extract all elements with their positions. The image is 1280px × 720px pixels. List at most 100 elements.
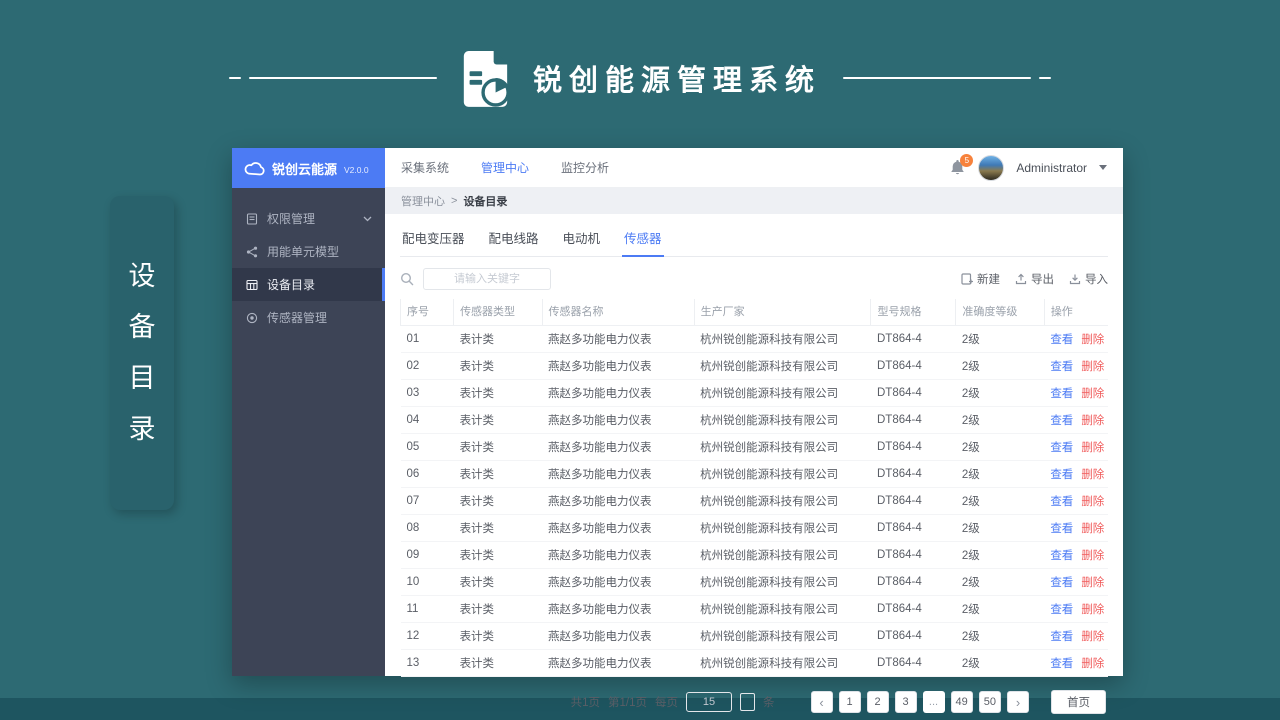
import-button[interactable]: 导入 bbox=[1069, 271, 1108, 287]
page-number-buttons: 1 2 3... 49 50 bbox=[838, 691, 1001, 713]
cell-actions: 查看 删除 bbox=[1044, 568, 1108, 596]
next-page-button[interactable]: › bbox=[1007, 691, 1029, 713]
page-button-1[interactable]: 1 bbox=[838, 691, 861, 713]
table-row: 09 表计类 燕赵多功能电力仪表 杭州锐创能源科技有限公司 DT864-4 2级 查看 删除 bbox=[400, 541, 1108, 569]
cell-no: 13 bbox=[400, 649, 454, 677]
cell-no: 01 bbox=[400, 325, 454, 353]
cell-model: DT864-4 bbox=[870, 352, 956, 380]
breadcrumb-parent[interactable]: 管理中心 bbox=[401, 193, 445, 209]
product-version: V2.0.0 bbox=[344, 164, 369, 175]
home-page-button[interactable]: 首页 bbox=[1051, 690, 1106, 714]
export-button[interactable]: 导出 bbox=[1015, 271, 1054, 287]
sidebar-item-设备目录[interactable]: 设备目录 bbox=[232, 268, 385, 301]
view-link[interactable]: 查看 bbox=[1050, 550, 1073, 562]
delete-link[interactable]: 删除 bbox=[1081, 550, 1104, 562]
cell-model: DT864-4 bbox=[870, 487, 956, 515]
side-label-char: 目 bbox=[128, 363, 156, 393]
delete-link[interactable]: 删除 bbox=[1081, 415, 1104, 427]
delete-link[interactable]: 删除 bbox=[1081, 604, 1104, 616]
view-link[interactable]: 查看 bbox=[1050, 469, 1073, 481]
delete-link[interactable]: 删除 bbox=[1081, 442, 1104, 454]
view-link[interactable]: 查看 bbox=[1050, 658, 1073, 670]
cell-actions: 查看 删除 bbox=[1044, 352, 1108, 380]
delete-link[interactable]: 删除 bbox=[1081, 523, 1104, 535]
view-link[interactable]: 查看 bbox=[1050, 361, 1073, 373]
sidebar-item-权限管理[interactable]: 权限管理 bbox=[232, 202, 385, 235]
table-header: 序号 传感器类型 传感器名称 生产厂家 型号规格 准确度等级 操作 bbox=[399, 299, 1108, 326]
cell-actions: 查看 删除 bbox=[1044, 487, 1108, 515]
cell-actions: 查看 删除 bbox=[1044, 541, 1108, 569]
cell-name: 燕赵多功能电力仪表 bbox=[542, 622, 695, 650]
cell-manufacturer: 杭州锐创能源科技有限公司 bbox=[694, 514, 871, 542]
page-button-3[interactable]: 3 bbox=[894, 691, 917, 713]
sidebar-item-label: 设备目录 bbox=[267, 278, 316, 292]
view-link[interactable]: 查看 bbox=[1050, 415, 1073, 427]
grid-icon bbox=[245, 279, 258, 291]
report-chart-icon bbox=[459, 49, 511, 107]
create-button[interactable]: 新建 bbox=[961, 271, 1000, 287]
cell-type: 表计类 bbox=[453, 487, 542, 515]
main-area: 采集系统 管理中心 监控分析 5 Administrator 管理中心 > 设备目录 bbox=[385, 148, 1123, 714]
cell-model: DT864-4 bbox=[870, 406, 956, 434]
delete-link[interactable]: 删除 bbox=[1081, 334, 1104, 346]
cell-manufacturer: 杭州锐创能源科技有限公司 bbox=[694, 379, 871, 407]
sidebar-item-用能单元模型[interactable]: 用能单元模型 bbox=[232, 235, 385, 268]
cell-type: 表计类 bbox=[453, 406, 542, 434]
table-row: 01 表计类 燕赵多功能电力仪表 杭州锐创能源科技有限公司 DT864-4 2级 查看 删除 bbox=[400, 325, 1108, 353]
per-page-input[interactable]: 15 bbox=[686, 692, 732, 712]
cell-type: 表计类 bbox=[453, 460, 542, 488]
import-icon bbox=[1069, 273, 1081, 285]
view-link[interactable]: 查看 bbox=[1050, 442, 1073, 454]
delete-link[interactable]: 删除 bbox=[1081, 361, 1104, 373]
delete-link[interactable]: 删除 bbox=[1081, 658, 1104, 670]
view-link[interactable]: 查看 bbox=[1050, 388, 1073, 400]
tab-配电线路[interactable]: 配电线路 bbox=[489, 228, 539, 247]
table-row: 12 表计类 燕赵多功能电力仪表 杭州锐创能源科技有限公司 DT864-4 2级 查看 删除 bbox=[400, 622, 1108, 650]
cell-no: 09 bbox=[400, 541, 454, 569]
delete-link[interactable]: 删除 bbox=[1081, 469, 1104, 481]
cell-grade: 2级 bbox=[955, 595, 1045, 623]
sidebar-item-传感器管理[interactable]: 传感器管理 bbox=[232, 301, 385, 334]
target-icon bbox=[245, 312, 258, 324]
per-page-stepper[interactable] bbox=[740, 693, 755, 711]
delete-link[interactable]: 删除 bbox=[1081, 631, 1104, 643]
page-button-49[interactable]: 49 bbox=[950, 691, 973, 713]
tab-传感器[interactable]: 传感器 bbox=[622, 228, 664, 257]
topnav-item-监控分析[interactable]: 监控分析 bbox=[561, 159, 609, 176]
page-button-2[interactable]: 2 bbox=[866, 691, 889, 713]
cell-actions: 查看 删除 bbox=[1044, 379, 1108, 407]
view-link[interactable]: 查看 bbox=[1050, 334, 1073, 346]
cell-actions: 查看 删除 bbox=[1044, 406, 1108, 434]
view-link[interactable]: 查看 bbox=[1050, 496, 1073, 508]
topbar: 采集系统 管理中心 监控分析 5 Administrator bbox=[385, 148, 1123, 188]
cell-actions: 查看 删除 bbox=[1044, 514, 1108, 542]
avatar[interactable] bbox=[978, 154, 1005, 181]
page-button-50[interactable]: 50 bbox=[978, 691, 1001, 713]
view-link[interactable]: 查看 bbox=[1050, 631, 1073, 643]
cell-name: 燕赵多功能电力仪表 bbox=[542, 487, 695, 515]
caret-down-icon[interactable] bbox=[1099, 165, 1107, 170]
tab-配电变压器[interactable]: 配电变压器 bbox=[402, 228, 465, 247]
chevron-down-icon[interactable] bbox=[363, 216, 372, 222]
column-header: 型号规格 bbox=[870, 299, 956, 326]
delete-link[interactable]: 删除 bbox=[1081, 496, 1104, 508]
table-row: 05 表计类 燕赵多功能电力仪表 杭州锐创能源科技有限公司 DT864-4 2级 查看 删除 bbox=[400, 433, 1108, 461]
sidebar-menu: 权限管理 用能单元模型设备目录传感器管理 bbox=[232, 188, 385, 334]
search-input[interactable] bbox=[423, 268, 551, 290]
view-link[interactable]: 查看 bbox=[1050, 604, 1073, 616]
prev-page-button[interactable]: ‹ bbox=[810, 691, 833, 713]
username[interactable]: Administrator bbox=[1016, 161, 1087, 175]
view-link[interactable]: 查看 bbox=[1050, 577, 1073, 589]
topnav-item-采集系统[interactable]: 采集系统 bbox=[401, 159, 449, 176]
tab-电动机[interactable]: 电动机 bbox=[563, 228, 601, 247]
cell-model: DT864-4 bbox=[870, 649, 956, 677]
notification-bell-icon[interactable]: 5 bbox=[950, 153, 974, 177]
topnav-item-管理中心[interactable]: 管理中心 bbox=[481, 159, 529, 176]
delete-link[interactable]: 删除 bbox=[1081, 388, 1104, 400]
new-icon bbox=[961, 273, 973, 285]
delete-link[interactable]: 删除 bbox=[1081, 577, 1104, 589]
cloud-icon bbox=[244, 161, 265, 176]
cell-actions: 查看 删除 bbox=[1044, 433, 1108, 461]
view-link[interactable]: 查看 bbox=[1050, 523, 1073, 535]
table-row: 03 表计类 燕赵多功能电力仪表 杭州锐创能源科技有限公司 DT864-4 2级 查看 删除 bbox=[400, 379, 1108, 407]
